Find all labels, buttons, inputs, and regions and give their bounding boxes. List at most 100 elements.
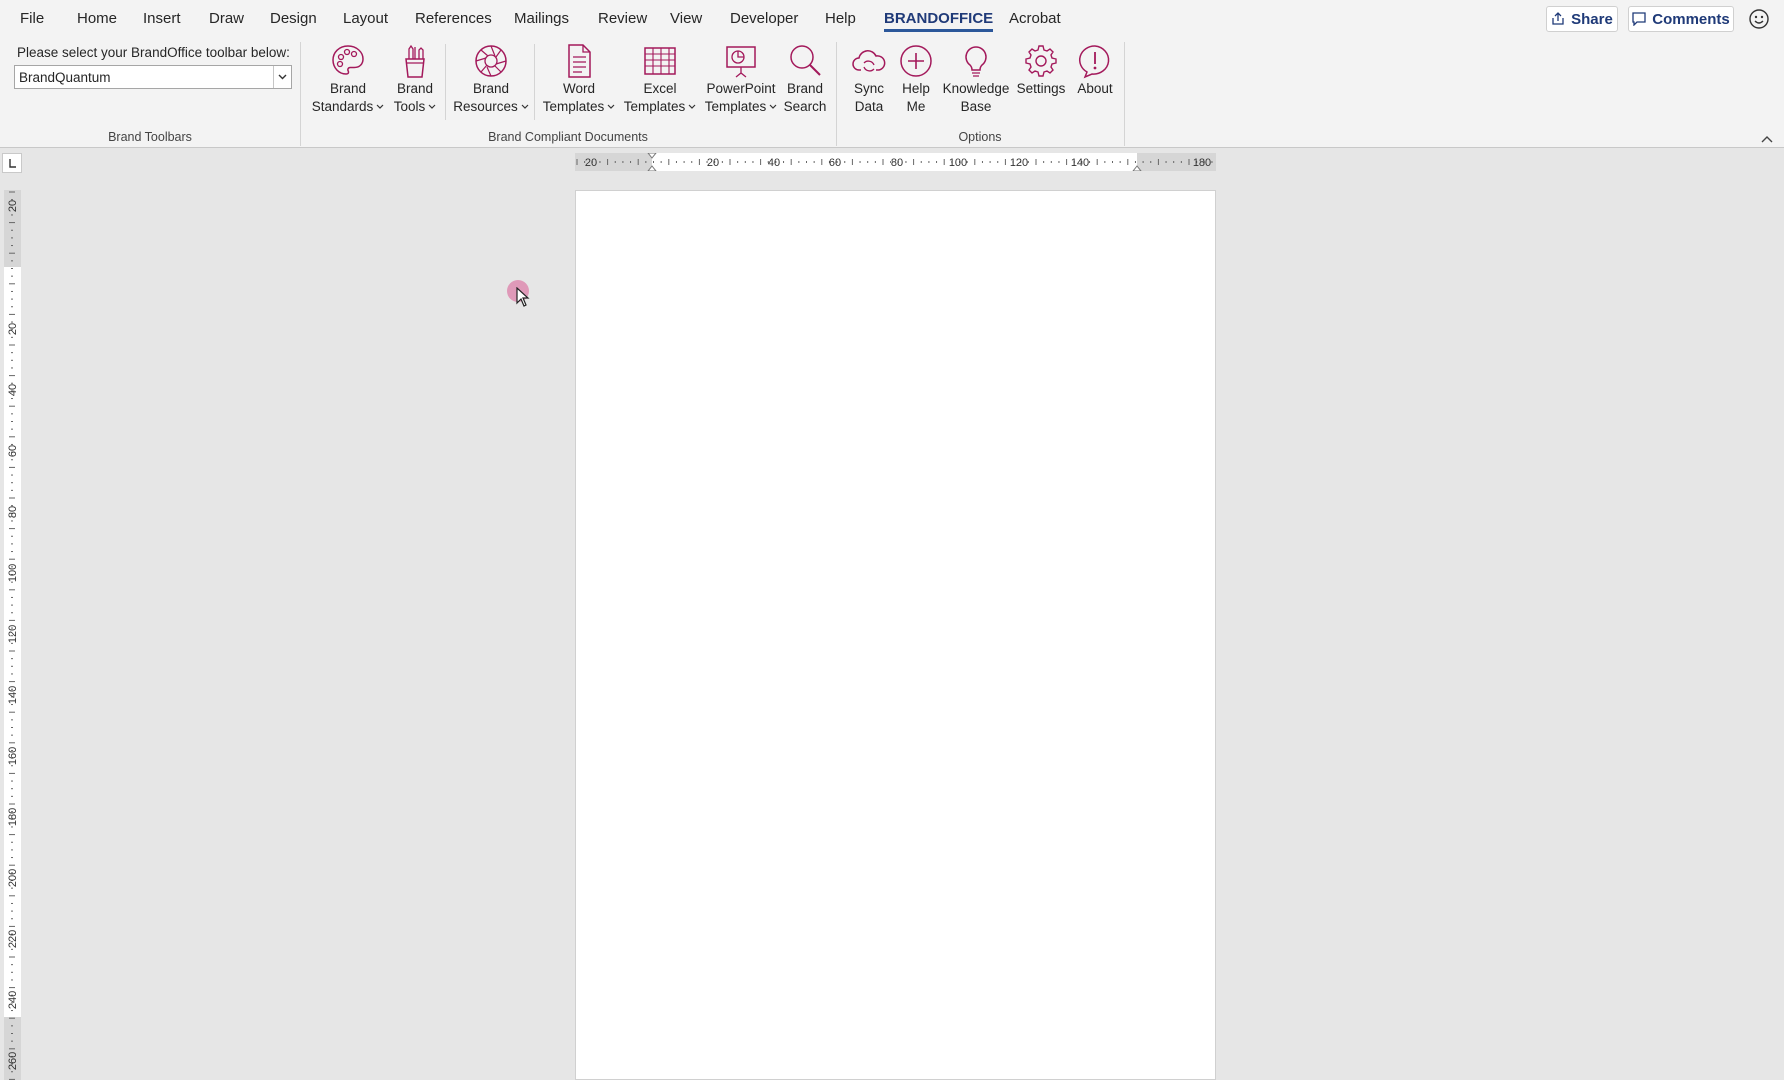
- tab-mailings[interactable]: Mailings: [514, 0, 569, 38]
- settings-button[interactable]: Settings: [1012, 40, 1070, 124]
- tab-view[interactable]: View: [670, 0, 702, 38]
- vertical-ruler-ticks: 20 20 40 60 80 100 120 140 160 180 200 2…: [7, 191, 19, 1080]
- brand-resources-label-line1: Brand: [472, 81, 510, 96]
- tab-brandoffice[interactable]: BRANDOFFICE: [884, 0, 994, 38]
- plus-circle-icon: [900, 45, 932, 77]
- palette-icon: [332, 45, 364, 75]
- document-page[interactable]: [575, 190, 1216, 1080]
- tab-references[interactable]: References: [415, 0, 492, 38]
- ruler-label: 60: [829, 157, 841, 169]
- search-icon: [790, 45, 821, 76]
- brand-resources-label-line2: Resources: [453, 99, 518, 114]
- group-label-brand-toolbars: Brand Toolbars: [108, 130, 192, 144]
- gear-icon: [1025, 45, 1057, 77]
- ruler-label: 240: [7, 991, 19, 1009]
- menu-bar: File Home Insert Draw Design Layout Refe…: [0, 0, 1784, 38]
- exclamation-bubble-icon: [1078, 45, 1110, 79]
- sync-data-label-line2: Data: [854, 99, 884, 114]
- tab-insert[interactable]: Insert: [143, 0, 181, 38]
- button-divider: [534, 44, 535, 120]
- powerpoint-templates-label-line1: PowerPoint: [706, 81, 776, 96]
- help-me-button[interactable]: Help Me: [894, 40, 938, 124]
- help-me-label-line2: Me: [906, 99, 926, 114]
- share-button[interactable]: Share: [1546, 6, 1618, 32]
- ruler-label: 180: [7, 808, 19, 826]
- group-label-brand-compliant-documents: Brand Compliant Documents: [488, 130, 648, 144]
- right-indent-marker[interactable]: [1132, 165, 1142, 171]
- ruler-label: 160: [7, 747, 19, 765]
- tab-selector[interactable]: [2, 153, 22, 173]
- brand-resources-button[interactable]: Brand Resources: [450, 40, 532, 124]
- ruler-label: 100: [949, 157, 967, 169]
- brand-standards-button[interactable]: Brand Standards: [310, 40, 386, 124]
- about-button[interactable]: About: [1070, 40, 1120, 124]
- dropdown-caret-icon: [521, 105, 529, 110]
- sync-data-button[interactable]: Sync Data: [846, 40, 892, 124]
- knowledge-base-label-line2: Base: [960, 99, 992, 114]
- vertical-ruler[interactable]: 20 20 40 60 80 100 120 140 160 180 200 2…: [4, 190, 21, 1080]
- toolbar-select-value: BrandQuantum: [19, 69, 111, 85]
- ruler-label: 20: [7, 200, 19, 212]
- word-templates-label-line2: Templates: [542, 99, 605, 114]
- tab-layout[interactable]: Layout: [343, 0, 388, 38]
- brand-search-button[interactable]: Brand Search: [780, 40, 830, 124]
- ruler-label: 20: [7, 323, 19, 335]
- tab-file[interactable]: File: [20, 0, 44, 38]
- first-line-indent-marker[interactable]: [647, 153, 657, 159]
- brand-search-label-line1: Brand: [786, 81, 824, 96]
- aperture-icon: [475, 45, 507, 77]
- tab-developer[interactable]: Developer: [730, 0, 798, 38]
- ruler-label: 80: [7, 506, 19, 518]
- ruler-label: 200: [7, 869, 19, 887]
- comments-button[interactable]: Comments: [1628, 6, 1734, 32]
- ruler-label: 140: [1071, 157, 1089, 169]
- excel-templates-label-line2: Templates: [623, 99, 686, 114]
- ruler-label: 220: [7, 930, 19, 948]
- powerpoint-templates-button[interactable]: PowerPoint Templates: [702, 40, 780, 124]
- tab-help[interactable]: Help: [825, 0, 856, 38]
- brand-standards-label-line1: Brand: [329, 81, 367, 96]
- word-templates-button[interactable]: Word Templates: [540, 40, 618, 124]
- dropdown-caret-icon: [607, 105, 615, 110]
- tab-review[interactable]: Review: [598, 0, 647, 38]
- group-divider: [1124, 42, 1125, 146]
- left-indent-marker[interactable]: [647, 165, 657, 171]
- tab-brandoffice-label: BRANDOFFICE: [884, 10, 994, 27]
- about-label: About: [1077, 81, 1113, 96]
- knowledge-base-button[interactable]: Knowledge Base: [940, 40, 1012, 124]
- presentation-icon: [726, 46, 756, 78]
- ruler-label: 260: [7, 1052, 19, 1070]
- tab-draw[interactable]: Draw: [209, 0, 244, 38]
- brand-tools-label-line1: Brand: [396, 81, 434, 96]
- toolbar-select[interactable]: BrandQuantum: [14, 65, 292, 89]
- horizontal-ruler-ticks: 20 20 40 60 80 100 120 140 180: [576, 153, 1213, 171]
- excel-templates-label-line1: Excel: [643, 81, 677, 96]
- word-templates-label-line1: Word: [562, 81, 595, 96]
- ruler-label: 20: [585, 157, 597, 169]
- powerpoint-templates-label-line2: Templates: [704, 99, 767, 114]
- tab-home[interactable]: Home: [77, 0, 117, 38]
- toolbar-select-label: Please select your BrandOffice toolbar b…: [17, 45, 290, 60]
- ribbon: Please select your BrandOffice toolbar b…: [0, 38, 1784, 148]
- excel-templates-button[interactable]: Excel Templates: [622, 40, 698, 124]
- ruler-label: 60: [7, 445, 19, 457]
- tab-acrobat[interactable]: Acrobat: [1009, 0, 1061, 38]
- word-document-icon: [568, 44, 591, 78]
- ruler-label: 40: [7, 384, 19, 396]
- spreadsheet-icon: [644, 47, 676, 75]
- ruler-label: 180: [1193, 157, 1211, 169]
- sync-data-label-line1: Sync: [853, 81, 884, 96]
- share-icon: [1552, 12, 1564, 25]
- dropdown-caret-icon: [688, 105, 696, 110]
- chevron-down-icon[interactable]: [273, 66, 291, 88]
- ruler-label: 120: [1010, 157, 1028, 169]
- collapse-ribbon-icon[interactable]: [1760, 134, 1774, 144]
- horizontal-ruler[interactable]: 20 20 40 60 80 100 120 140 180: [575, 153, 1216, 171]
- brand-tools-button[interactable]: Brand Tools: [390, 40, 440, 124]
- brand-tools-label-line2: Tools: [393, 99, 426, 114]
- knowledge-base-label-line1: Knowledge: [942, 81, 1010, 96]
- smiley-icon[interactable]: [1746, 6, 1772, 32]
- pencil-cup-icon: [405, 44, 425, 78]
- comment-icon: [1632, 12, 1646, 26]
- tab-design[interactable]: Design: [270, 0, 317, 38]
